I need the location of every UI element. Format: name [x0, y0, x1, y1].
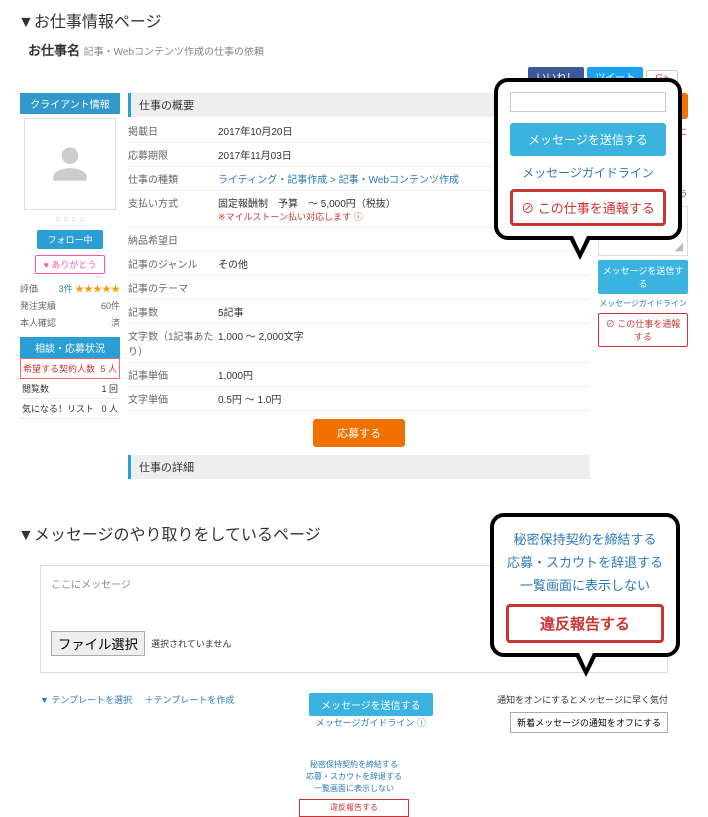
dt: 記事のテーマ [128, 280, 218, 295]
ordered-value: 60件 [101, 299, 120, 312]
verify-value: 済 [111, 316, 120, 329]
section-title-1: ▼お仕事情報ページ [18, 8, 708, 32]
file-none: 選択されていません [151, 637, 231, 650]
action-box-small: 秘密保持契約を締結する 応募・スカウトを辞退する 一覧画面に表示しない 違反報告… [299, 759, 409, 817]
dd: その他 [218, 256, 590, 271]
guideline-link-small: メッセージガイドライン [598, 298, 688, 309]
dd: 0.5円 〜 1.0円 [218, 391, 590, 406]
message-textarea-zoom[interactable] [510, 92, 666, 112]
recruit-row: 希望する契約人数 5 人 [20, 358, 120, 379]
recruit-row-label: 気になる！リスト [22, 402, 94, 415]
follow-button[interactable]: フォロー中 [37, 230, 102, 249]
dt: 文字単価 [128, 391, 218, 406]
dt: 文字数（1記事あたり） [128, 328, 218, 358]
decline-link-small[interactable]: 応募・スカウトを辞退する [299, 771, 409, 783]
resize-icon: ◢ [675, 240, 683, 253]
hide-link[interactable]: 一覧画面に表示しない [506, 573, 664, 596]
template-links: ▼ テンプレートを選択 ＋テンプレートを作成 [40, 693, 244, 706]
milestone-note: ※マイルストーン払い対応します ⓘ [218, 212, 363, 222]
dd [218, 280, 590, 295]
dt: 仕事の種類 [128, 171, 218, 186]
dt: 記事単価 [128, 367, 218, 382]
hide-link-small[interactable]: 一覧画面に表示しない [299, 783, 409, 795]
apply-button[interactable]: 応募する [313, 419, 405, 447]
dd: 5記事 [218, 304, 590, 319]
send-message-button-main[interactable]: メッセージを送信する [309, 693, 433, 716]
nda-link[interactable]: 秘密保持契約を締結する [506, 527, 664, 550]
verify-label: 本人確認 [20, 316, 56, 329]
job-name-label: お仕事名 [28, 43, 80, 58]
person-icon [45, 139, 95, 189]
recruit-row-label: 希望する契約人数 [23, 362, 95, 375]
client-sidebar: クライアント情報 ○ ○ ○ ○ フォロー中 ♥ ありがとう 評価 3件 ★★★★… [20, 93, 120, 481]
nda-link-small[interactable]: 秘密保持契約を締結する [299, 759, 409, 771]
template-select[interactable]: ▼ テンプレートを選択 [40, 695, 132, 705]
avatar-dots: ○ ○ ○ ○ [20, 214, 120, 224]
dt: 応募期限 [128, 147, 218, 162]
rating-count[interactable]: 3件 [58, 284, 72, 294]
callout-violation: 秘密保持契約を締結する 応募・スカウトを辞退する 一覧画面に表示しない 違反報告… [490, 513, 680, 657]
violation-report-button[interactable]: 違反報告する [506, 604, 664, 643]
ordered-label: 発注実績 [20, 299, 56, 312]
detail-header: 仕事の詳細 [128, 455, 590, 479]
recruit-header: 相談・応募状況 [20, 337, 120, 358]
thanks-button[interactable]: ♥ ありがとう [35, 255, 106, 274]
guideline-link-main[interactable]: メッセージガイドライン ⓘ [316, 718, 426, 728]
report-job-button-small[interactable]: ⊘ この仕事を通報する [598, 313, 688, 347]
payment-text: 固定報酬制 予算 〜 5,000円（税抜） [218, 199, 396, 210]
job-name-sub: 記事・Webコンテンツ作成の仕事の依頼 [84, 47, 264, 58]
recruit-row-value: 1 回 [101, 382, 118, 395]
violation-report-small[interactable]: 違反報告する [299, 799, 409, 817]
recruit-row-value: 5 人 [100, 362, 117, 375]
file-select-button[interactable]: ファイル選択 [51, 631, 145, 656]
callout-tail [568, 236, 592, 260]
recruit-row-label: 閲覧数 [22, 382, 49, 395]
guideline-link[interactable]: メッセージガイドライン [522, 166, 654, 180]
notify-off-button[interactable]: 新着メッセージの通知をオフにする [510, 712, 668, 733]
client-stats: 評価 3件 ★★★★★ 発注実績 60件 本人確認 済 [20, 280, 120, 331]
dt: 掲載日 [128, 123, 218, 138]
callout-tail [574, 653, 598, 677]
category-link[interactable]: ライティング・記事作成 > 記事・Webコンテンツ作成 [218, 175, 459, 186]
rating-stars: ★★★★★ [75, 284, 120, 294]
dt: 納品希望日 [128, 232, 218, 247]
avatar[interactable] [24, 118, 116, 210]
callout-report-job: メッセージを送信する メッセージガイドライン ⊘ この仕事を通報する [494, 78, 682, 240]
recruit-row: 気になる！リスト 0 人 [20, 399, 120, 419]
dt: 支払い方式 [128, 195, 218, 223]
guideline-link[interactable]: メッセージガイドライン [599, 299, 687, 308]
recruit-row-value: 0 人 [101, 402, 118, 415]
notify-text: 通知をオンにするとメッセージに早く気付 [497, 695, 668, 705]
template-create[interactable]: ＋テンプレートを作成 [145, 695, 235, 705]
rating-label: 評価 [20, 282, 38, 295]
send-message-button[interactable]: メッセージを送信する [510, 123, 666, 156]
dt: 記事のジャンル [128, 256, 218, 271]
dt: 記事数 [128, 304, 218, 319]
report-job-button[interactable]: ⊘ この仕事を通報する [510, 189, 666, 226]
decline-link[interactable]: 応募・スカウトを辞退する [506, 550, 664, 573]
send-message-button-small[interactable]: メッセージを送信する [598, 260, 688, 294]
recruit-row: 閲覧数 1 回 [20, 379, 120, 399]
job-name: お仕事名 記事・Webコンテンツ作成の仕事の依頼 [28, 40, 708, 59]
dd: 1,000円 [218, 367, 590, 382]
client-header: クライアント情報 [20, 93, 120, 114]
dd: 1,000 〜 2,000文字 [218, 328, 590, 358]
